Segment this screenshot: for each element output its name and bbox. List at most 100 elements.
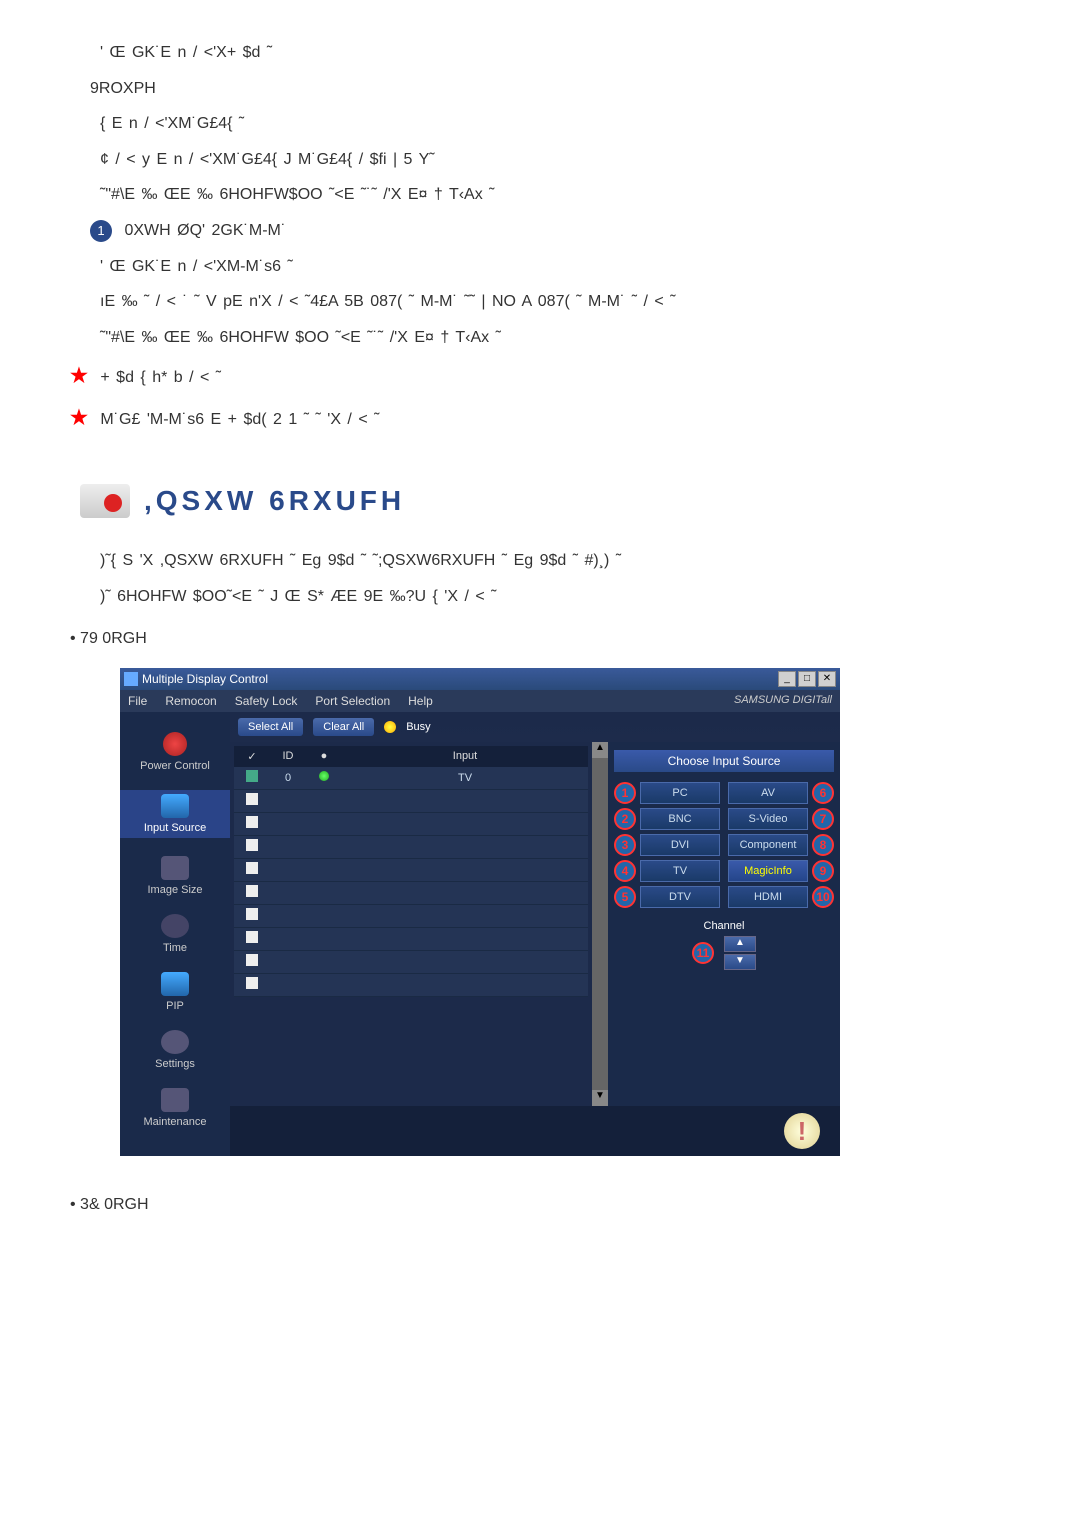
mute-heading: 1 0XWH ØQ' 2GK˙M-M˙ [90, 218, 1020, 244]
pip-icon [161, 972, 189, 996]
row-input: TV [342, 772, 588, 784]
scroll-up-button[interactable]: ▲ [592, 742, 608, 758]
channel-down-button[interactable]: ▼ [724, 954, 756, 970]
toolbar: Select All Clear All Busy [230, 712, 840, 742]
col-check: ✓ [234, 746, 270, 767]
callout-11: 11 [692, 942, 714, 964]
volume-heading: 9ROXPH [90, 76, 1020, 102]
text-line: ¢ / < y E n / <'XM˙G£4{ J M˙G£4{ / $fi |… [100, 147, 1020, 173]
panel-title: Choose Input Source [614, 750, 834, 772]
source-pc-button[interactable]: PC [640, 782, 720, 804]
checkbox[interactable] [246, 908, 258, 920]
section-title: ,QSXW 6RXUFH [144, 485, 405, 517]
menu-help[interactable]: Help [408, 694, 433, 708]
list-row[interactable] [234, 928, 588, 951]
source-dtv-button[interactable]: DTV [640, 886, 720, 908]
checkbox[interactable] [246, 839, 258, 851]
select-all-button[interactable]: Select All [238, 718, 303, 736]
checkbox[interactable] [246, 977, 258, 989]
menu-remocon[interactable]: Remocon [165, 694, 216, 708]
list-row[interactable] [234, 951, 588, 974]
note: ★ M˙G£ 'M-M˙s6 E + $d( 2 1 ˜ ˜ 'X / < ˜ [70, 402, 1020, 434]
sidebar-item-pip[interactable]: PIP [120, 972, 230, 1012]
list-row[interactable] [234, 974, 588, 997]
checkbox[interactable] [246, 954, 258, 966]
window-title: Multiple Display Control [142, 672, 268, 686]
source-component-button[interactable]: Component [728, 834, 808, 856]
row-id: 0 [270, 772, 306, 784]
app-window: Multiple Display Control _ □ ✕ File Remo… [120, 668, 840, 1156]
close-button[interactable]: ✕ [818, 671, 836, 687]
input-source-panel: Choose Input Source 1PC AV6 2BNC S-Video… [608, 742, 840, 1106]
minimize-button[interactable]: _ [778, 671, 796, 687]
text-line: )˜{ S 'X ,QSXW 6RXUFH ˜ Eg 9$d ˜ ˜;QSXW6… [100, 548, 1020, 574]
menu-file[interactable]: File [128, 694, 147, 708]
callout-4: 4 [614, 860, 636, 882]
checkbox[interactable] [246, 816, 258, 828]
callout-8: 8 [812, 834, 834, 856]
list-header: ✓ ID ● Input [234, 746, 588, 767]
list-row[interactable] [234, 882, 588, 905]
star-icon: ★ [70, 365, 88, 387]
busy-label: Busy [406, 721, 430, 733]
maintenance-icon [161, 1088, 189, 1112]
callout-2: 2 [614, 808, 636, 830]
input-icon [161, 794, 189, 818]
sidebar-item-image-size[interactable]: Image Size [120, 856, 230, 896]
callout-1: 1 [614, 782, 636, 804]
text-line: ˜"#\E ‰ ŒE ‰ 6HOHFW$OO ˜<E ˜˙˜ /'X E¤ † … [100, 182, 1020, 208]
mute-label: 0XWH ØQ' 2GK˙M-M˙ [124, 222, 286, 239]
callout-5: 5 [614, 886, 636, 908]
channel-control: Channel 11 ▲ ▼ [614, 920, 834, 970]
list-row[interactable]: 0 TV [234, 767, 588, 790]
scroll-down-button[interactable]: ▼ [592, 1090, 608, 1106]
source-svideo-button[interactable]: S-Video [728, 808, 808, 830]
busy-indicator-icon [384, 721, 396, 733]
sidebar-item-power[interactable]: Power Control [120, 732, 230, 772]
checkbox[interactable] [246, 885, 258, 897]
list-row[interactable] [234, 836, 588, 859]
status-dot-icon [319, 771, 329, 781]
tv-mode-label: • 79 0RGH [70, 630, 1020, 648]
checkbox[interactable] [246, 793, 258, 805]
settings-icon [161, 1030, 189, 1054]
clear-all-button[interactable]: Clear All [313, 718, 374, 736]
list-row[interactable] [234, 905, 588, 928]
col-id: ID [270, 746, 306, 767]
list-row[interactable] [234, 813, 588, 836]
list-scrollbar[interactable]: ▲ ▼ [592, 742, 608, 1106]
menu-safety-lock[interactable]: Safety Lock [235, 694, 298, 708]
source-magicinfo-button[interactable]: MagicInfo [728, 860, 808, 882]
text-line: ' Œ GK˙E n / <'X+ $d ˜ [100, 40, 1020, 66]
sidebar-item-maintenance[interactable]: Maintenance [120, 1088, 230, 1128]
checkbox[interactable] [246, 931, 258, 943]
power-icon [163, 732, 187, 756]
list-row[interactable] [234, 859, 588, 882]
sidebar-item-settings[interactable]: Settings [120, 1030, 230, 1070]
star-icon: ★ [70, 407, 88, 429]
time-icon [161, 914, 189, 938]
checkbox[interactable] [246, 862, 258, 874]
sidebar-item-input-source[interactable]: Input Source [120, 790, 230, 838]
source-tv-button[interactable]: TV [640, 860, 720, 882]
source-dvi-button[interactable]: DVI [640, 834, 720, 856]
display-list: ✓ ID ● Input 0 TV [230, 742, 592, 1106]
channel-up-button[interactable]: ▲ [724, 936, 756, 952]
brand-label: SAMSUNG DIGITall [734, 694, 832, 708]
col-input: Input [342, 746, 588, 767]
source-hdmi-button[interactable]: HDMI [728, 886, 808, 908]
scroll-thumb[interactable] [592, 758, 608, 1090]
menu-port-selection[interactable]: Port Selection [315, 694, 390, 708]
bullet-icon: 1 [90, 220, 112, 242]
source-bnc-button[interactable]: BNC [640, 808, 720, 830]
checkbox[interactable] [246, 770, 258, 782]
callout-6: 6 [812, 782, 834, 804]
menubar: File Remocon Safety Lock Port Selection … [120, 690, 840, 712]
maximize-button[interactable]: □ [798, 671, 816, 687]
sidebar-item-time[interactable]: Time [120, 914, 230, 954]
source-av-button[interactable]: AV [728, 782, 808, 804]
callout-3: 3 [614, 834, 636, 856]
section-header: ,QSXW 6RXUFH [80, 484, 1020, 518]
list-row[interactable] [234, 790, 588, 813]
callout-10: 10 [812, 886, 834, 908]
